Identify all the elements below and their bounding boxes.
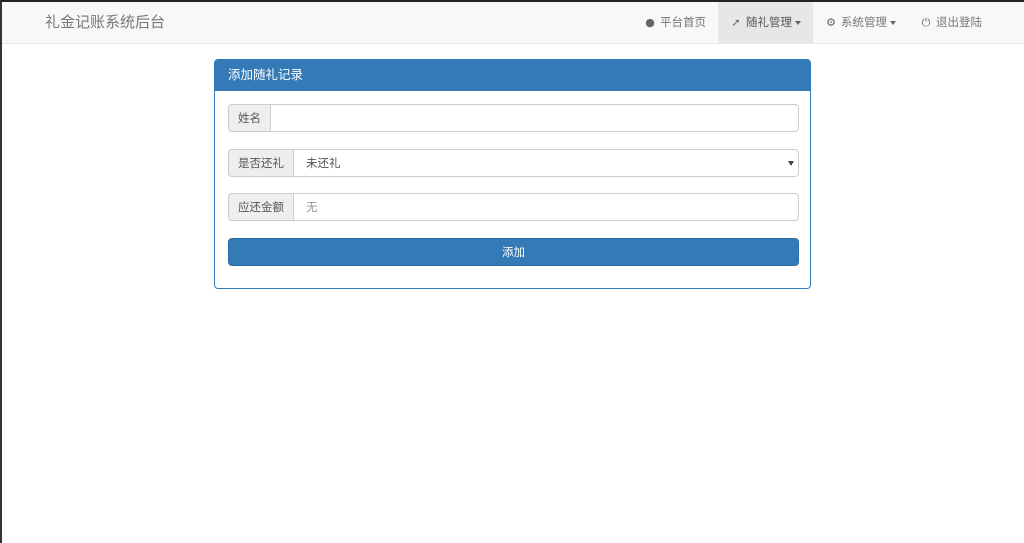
nav-item-logout[interactable]: ⏻ 退出登陆: [908, 2, 994, 43]
select-arrow-icon: [788, 161, 794, 166]
top-navbar: 礼金记账系统后台 ● 平台首页 ➚ 随礼管理 ⚙ 系统管理 ⏻ 退出登陆: [2, 2, 1024, 44]
amount-input-group: 应还金额: [228, 193, 799, 221]
add-button[interactable]: 添加: [228, 238, 799, 266]
amount-input[interactable]: [293, 193, 799, 221]
nav-item-system-management[interactable]: ⚙ 系统管理: [813, 2, 908, 43]
pushpin-icon: ➚: [731, 16, 741, 29]
nav-menu: ● 平台首页 ➚ 随礼管理 ⚙ 系统管理 ⏻ 退出登陆: [632, 2, 1024, 43]
nav-item-gift-management[interactable]: ➚ 随礼管理: [718, 2, 813, 43]
add-gift-record-panel: 添加随礼记录 姓名 是否还礼 未还礼 应还金额 添加: [214, 59, 811, 289]
returned-select[interactable]: 未还礼: [293, 149, 799, 177]
name-input[interactable]: [270, 104, 799, 132]
brand-title[interactable]: 礼金记账系统后台: [45, 2, 165, 44]
nav-item-label: 随礼管理: [746, 15, 792, 29]
returned-select-value: 未还礼: [306, 156, 341, 170]
amount-label: 应还金额: [228, 193, 293, 221]
returned-label: 是否还礼: [228, 149, 293, 177]
returned-input-group: 是否还礼 未还礼: [228, 149, 799, 177]
nav-item-label: 系统管理: [841, 15, 887, 29]
nav-item-label: 退出登陆: [936, 15, 982, 29]
power-icon: ⏻: [921, 16, 931, 29]
name-label: 姓名: [228, 104, 270, 132]
caret-down-icon: [890, 20, 896, 25]
caret-down-icon: [795, 20, 801, 25]
nav-item-label: 平台首页: [660, 15, 706, 29]
name-input-group: 姓名: [228, 104, 799, 132]
panel-title: 添加随礼记录: [215, 60, 810, 91]
nav-item-home[interactable]: ● 平台首页: [632, 2, 718, 43]
gear-icon: ⚙: [826, 16, 836, 29]
user-icon: ●: [645, 16, 655, 29]
